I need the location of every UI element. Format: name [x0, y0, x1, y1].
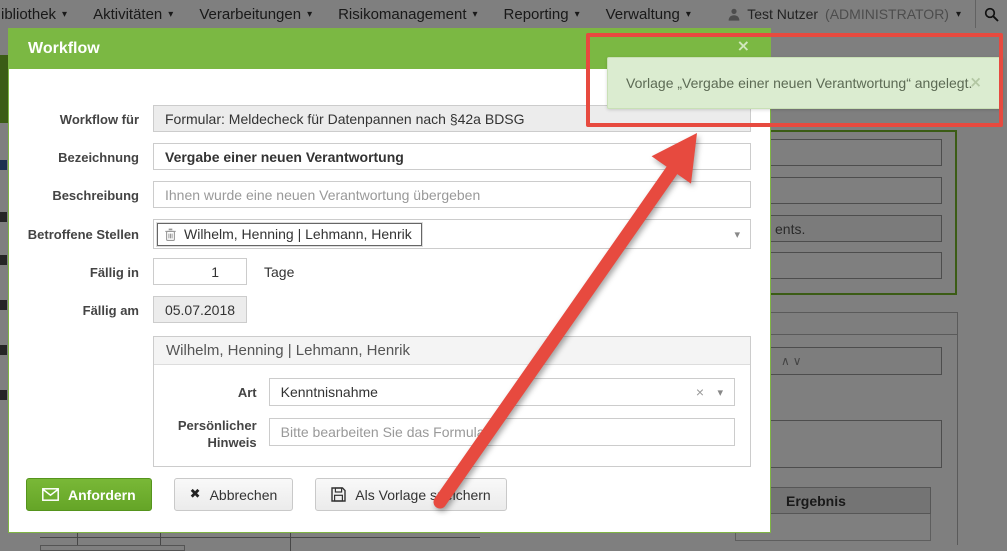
field-label: Bezeichnung — [9, 143, 139, 166]
clear-icon[interactable]: × — [696, 384, 704, 400]
recipient-section-header: Wilhelm, Henning | Lehmann, Henrik — [154, 337, 750, 365]
dialog-title: Workflow — [28, 40, 100, 58]
chevron-down-icon[interactable]: ▾ — [717, 386, 723, 399]
save-icon — [331, 487, 346, 502]
bezeichnung-input[interactable]: Vergabe einer neuen Verantwortung — [153, 143, 751, 170]
dialog-footer: Anfordern ✖ Abbrechen Als Vorlage speich… — [26, 478, 507, 511]
selected-entity-label: Wilhelm, Henning | Lehmann, Henrik — [184, 226, 412, 242]
field-label: Fällig am — [9, 296, 139, 319]
field-label: Art — [154, 378, 257, 402]
field-label: Workflow für — [9, 105, 139, 128]
toast-close-icon[interactable]: × — [969, 73, 982, 91]
field-label: Persönlicher Hinweis — [154, 418, 257, 452]
chevron-down-icon[interactable]: ▾ — [734, 228, 740, 241]
abbrechen-button-label: Abbrechen — [210, 487, 278, 503]
als-vorlage-speichern-button-label: Als Vorlage speichern — [355, 487, 490, 503]
envelope-icon — [42, 488, 59, 501]
form-row-faellig-am: Fällig am 05.07.2018 — [9, 296, 770, 323]
form-row-persoenlicher-hinweis: Persönlicher Hinweis Bitte bearbeiten Si… — [154, 418, 735, 452]
form-row-workflow-fuer: Workflow für Formular: Meldecheck für Da… — [9, 105, 770, 132]
close-icon[interactable]: × — [737, 38, 750, 54]
workflow-fuer-field: Formular: Meldecheck für Datenpannen nac… — [153, 105, 751, 132]
selected-entity-tag[interactable]: Wilhelm, Henning | Lehmann, Henrik — [157, 223, 422, 246]
toast-message: Vorlage „Vergabe einer neuen Verantwortu… — [626, 75, 972, 91]
betroffene-stellen-select[interactable]: Wilhelm, Henning | Lehmann, Henrik ▾ — [153, 219, 751, 249]
anfordern-button-label: Anfordern — [68, 487, 136, 503]
trash-icon[interactable] — [165, 228, 176, 241]
beschreibung-input[interactable]: Ihnen wurde eine neuen Verantwortung übe… — [153, 181, 751, 208]
dialog-body: Workflow für Formular: Meldecheck für Da… — [9, 69, 770, 467]
recipient-section: Wilhelm, Henning | Lehmann, Henrik Art K… — [153, 336, 751, 467]
field-label: Beschreibung — [9, 181, 139, 204]
cancel-x-icon: ✖ — [190, 487, 201, 502]
toast-notification: Vorlage „Vergabe einer neuen Verantwortu… — [607, 57, 1003, 109]
field-label: Fällig in — [9, 258, 139, 281]
faellig-in-suffix: Tage — [264, 258, 294, 285]
art-select[interactable]: Kenntnisnahme × ▾ — [269, 378, 735, 406]
abbrechen-button[interactable]: ✖ Abbrechen — [174, 478, 294, 511]
form-row-faellig-in: Fällig in 1 Tage — [9, 258, 770, 285]
form-row-art: Art Kenntnisnahme × ▾ — [154, 378, 735, 406]
faellig-am-field: 05.07.2018 — [153, 296, 247, 323]
form-row-betroffene-stellen: Betroffene Stellen Wilhelm, Henning | Le… — [9, 219, 770, 249]
recipient-section-body: Art Kenntnisnahme × ▾ Persönlicher Hinwe… — [154, 365, 750, 466]
form-row-beschreibung: Beschreibung Ihnen wurde eine neuen Vera… — [9, 181, 770, 208]
faellig-in-input[interactable]: 1 — [153, 258, 247, 285]
als-vorlage-speichern-button[interactable]: Als Vorlage speichern — [315, 478, 506, 511]
screen: ibliothek▾ Aktivitäten▾ Verarbeitungen▾ … — [0, 0, 1007, 551]
anfordern-button[interactable]: Anfordern — [26, 478, 152, 511]
persoenlicher-hinweis-input[interactable]: Bitte bearbeiten Sie das Formular — [269, 418, 735, 446]
field-label: Betroffene Stellen — [9, 219, 139, 243]
form-row-bezeichnung: Bezeichnung Vergabe einer neuen Verantwo… — [9, 143, 770, 170]
art-selected-value: Kenntnisnahme — [281, 384, 378, 400]
